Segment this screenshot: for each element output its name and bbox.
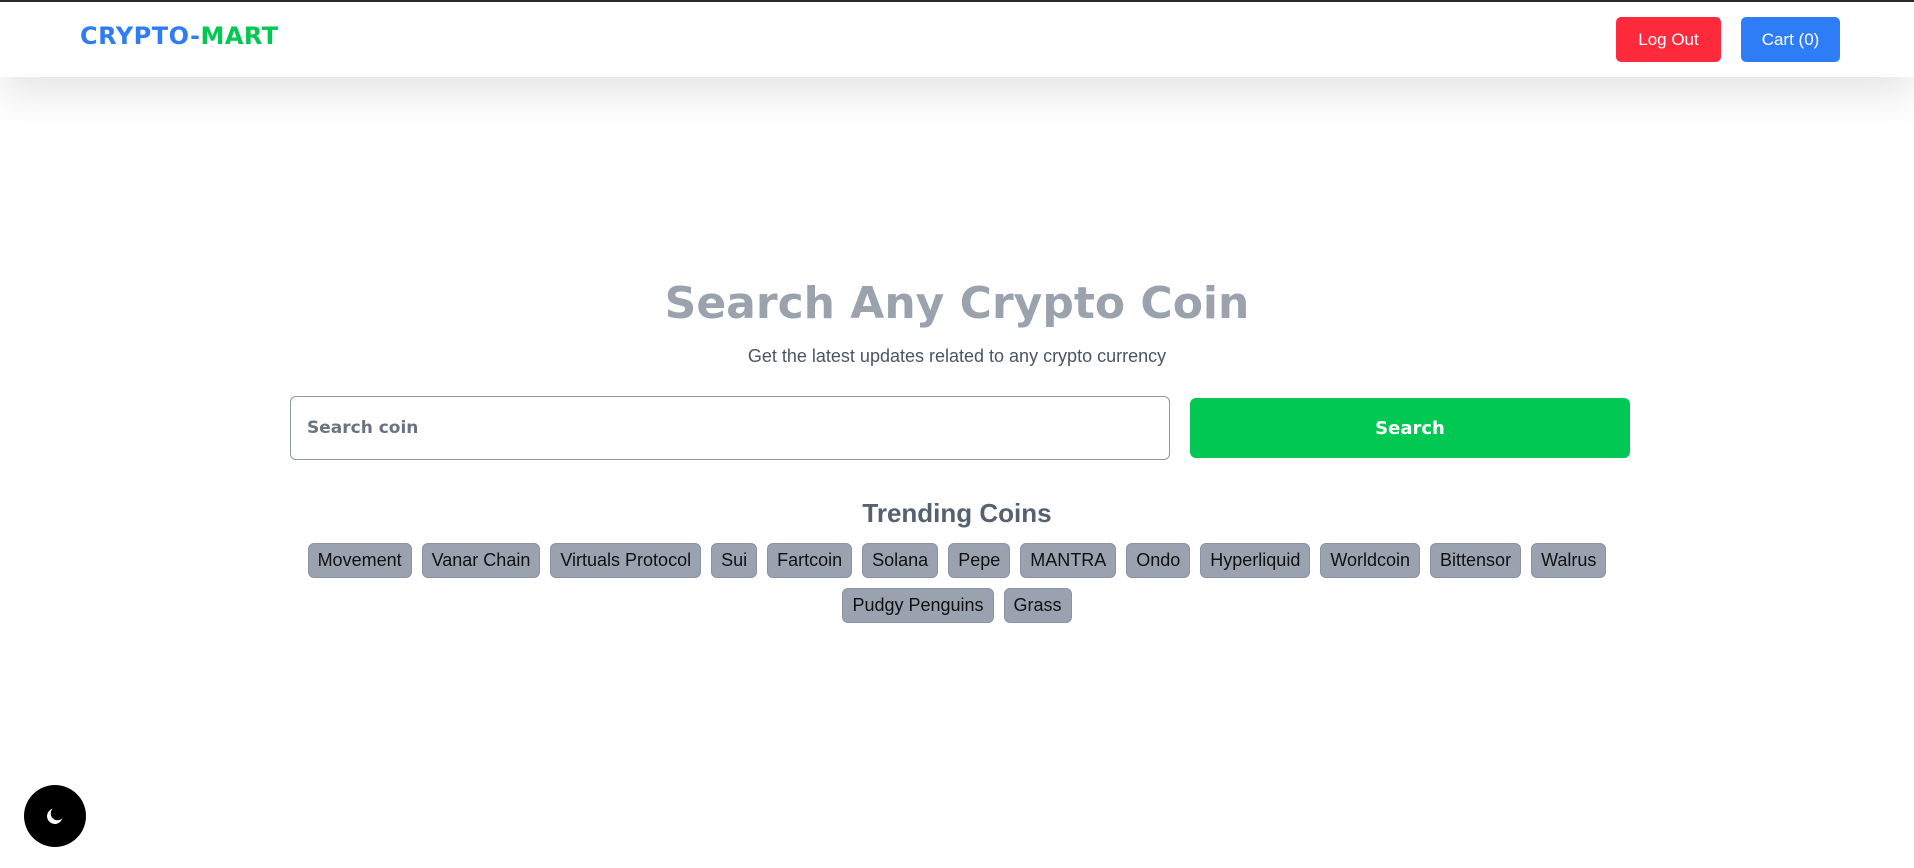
- moon-icon: [47, 808, 63, 824]
- trending-coins-list: Movement Vanar Chain Virtuals Protocol S…: [300, 543, 1614, 623]
- logo-part-mart: MART: [200, 22, 279, 50]
- coin-chip-solana[interactable]: Solana: [862, 543, 939, 578]
- coin-chip-mantra[interactable]: MANTRA: [1020, 543, 1117, 578]
- coin-chip-ondo[interactable]: Ondo: [1126, 543, 1191, 578]
- logo-part-crypto: CRYPTO-: [80, 22, 201, 50]
- page-subtitle: Get the latest updates related to any cr…: [747, 346, 1167, 366]
- coin-chip-worldcoin[interactable]: Worldcoin: [1320, 543, 1421, 578]
- cart-button[interactable]: Cart (0): [1741, 17, 1840, 62]
- coin-chip-vanar-chain[interactable]: Vanar Chain: [421, 543, 541, 578]
- coin-chip-bittensor[interactable]: Bittensor: [1430, 543, 1522, 578]
- logo[interactable]: CRYPTO-MART: [80, 22, 279, 50]
- coin-chip-fartcoin[interactable]: Fartcoin: [767, 543, 853, 578]
- coin-chip-grass[interactable]: Grass: [1003, 588, 1072, 623]
- coin-chip-pepe[interactable]: Pepe: [948, 543, 1011, 578]
- page-title: Search Any Crypto Coin: [664, 278, 1250, 329]
- coin-chip-walrus[interactable]: Walrus: [1531, 543, 1607, 578]
- coin-chip-movement[interactable]: Movement: [307, 543, 412, 578]
- coin-chip-virtuals-protocol[interactable]: Virtuals Protocol: [550, 543, 702, 578]
- coin-chip-hyperliquid[interactable]: Hyperliquid: [1200, 543, 1311, 578]
- search-button[interactable]: Search: [1190, 398, 1630, 458]
- theme-toggle-button[interactable]: [24, 785, 86, 847]
- coin-chip-sui[interactable]: Sui: [711, 543, 758, 578]
- logout-button[interactable]: Log Out: [1616, 17, 1721, 62]
- coin-chip-pudgy-penguins[interactable]: Pudgy Penguins: [842, 588, 994, 623]
- search-input[interactable]: [290, 396, 1170, 460]
- navbar: CRYPTO-MART Log Out Cart (0): [0, 2, 1914, 77]
- trending-title: Trending Coins: [862, 498, 1052, 528]
